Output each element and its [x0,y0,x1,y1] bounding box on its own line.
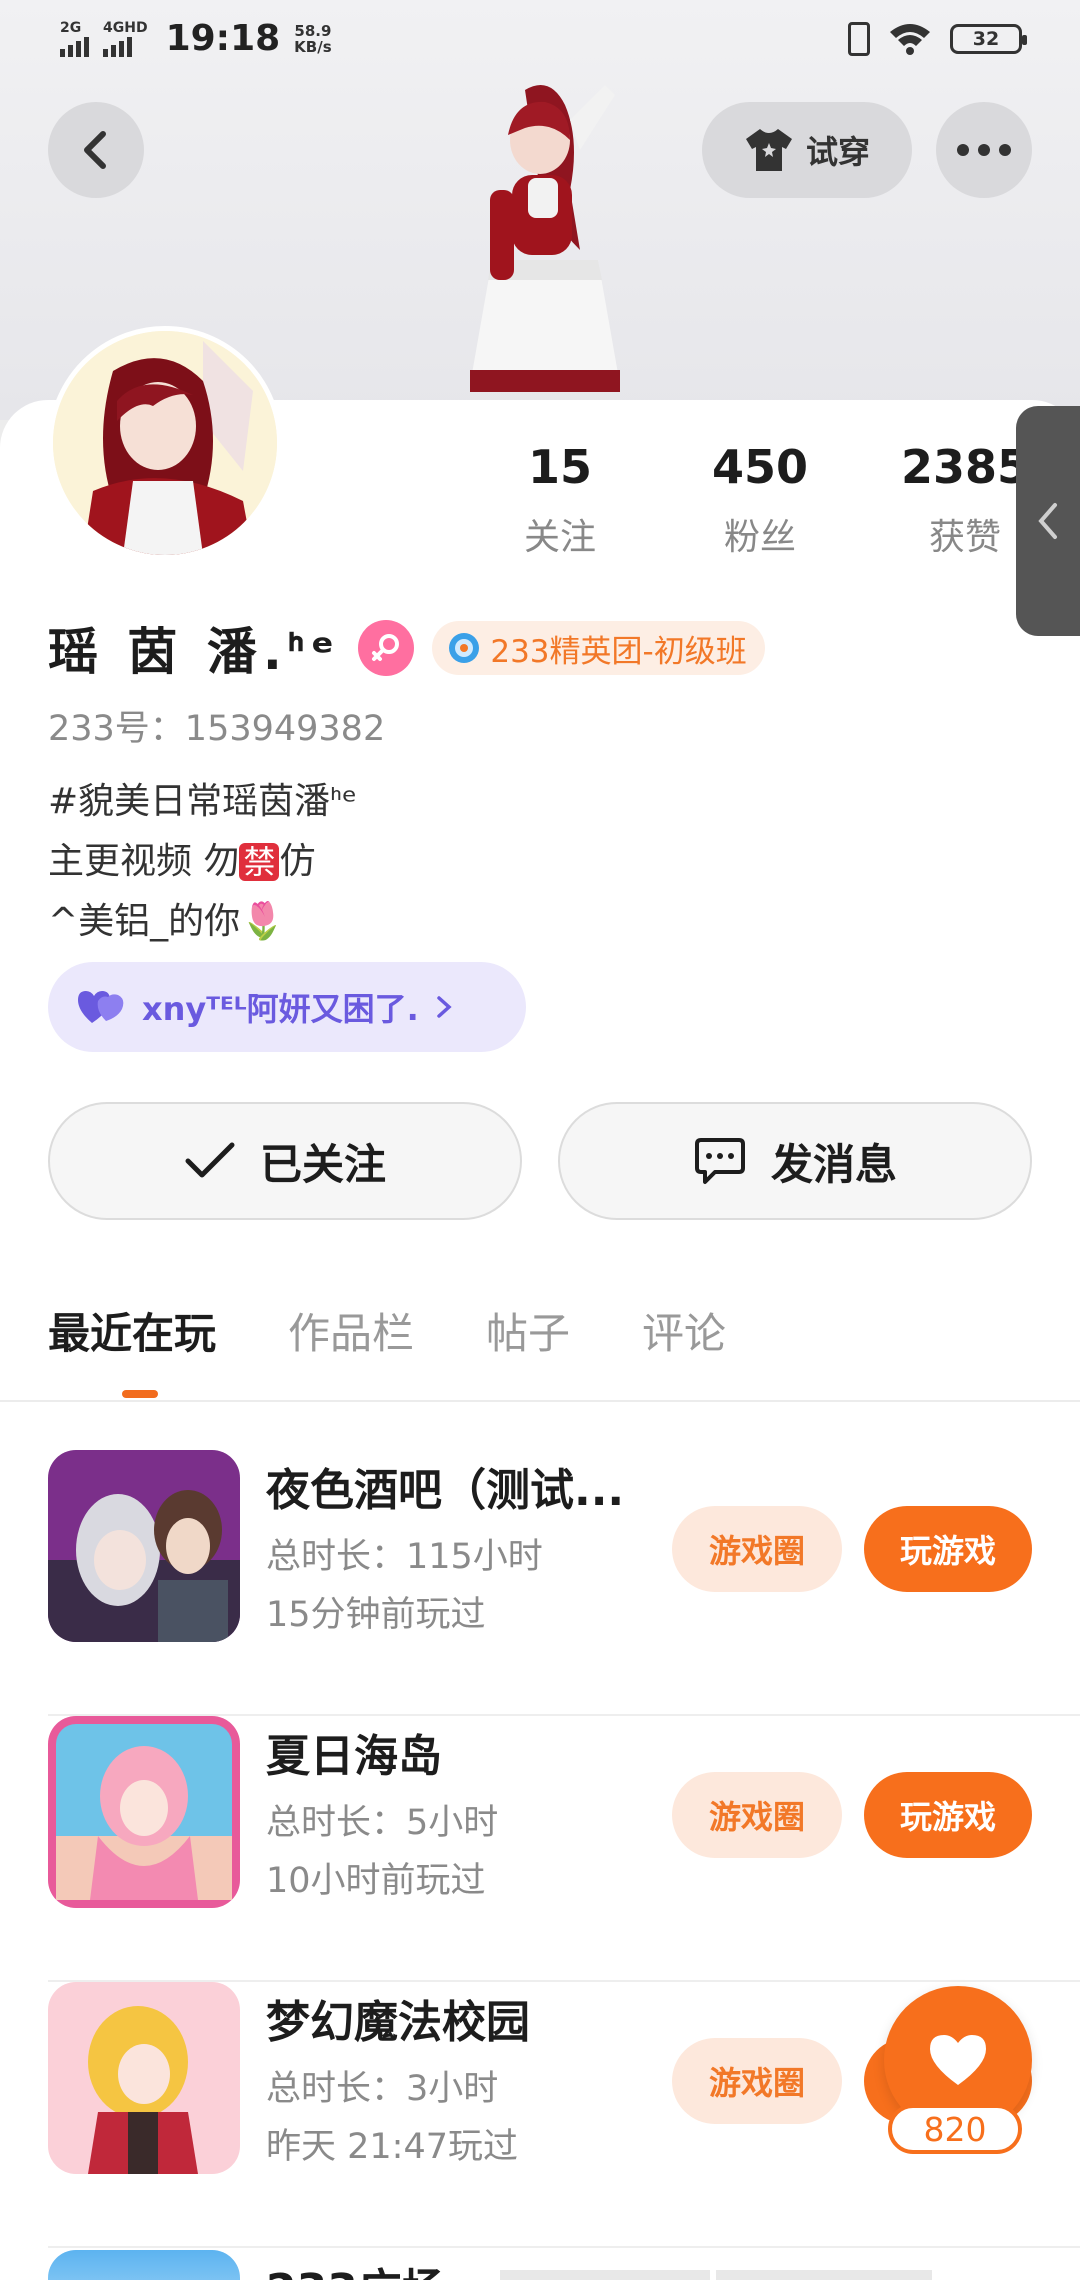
like-count: 820 [888,2104,1022,2154]
stat-following[interactable]: 15 关注 [500,440,620,560]
profile-tabs: 最近在玩 作品栏 帖子 评论 [48,1300,798,1398]
message-button[interactable]: 发消息 [558,1102,1032,1220]
placeholder-bar [500,2270,710,2280]
stat-fans[interactable]: 450 粉丝 [700,440,820,560]
tshirt-icon [745,129,792,171]
medal-icon [449,633,480,663]
divider [48,2246,1080,2248]
bio: #貌美日常瑶茵潘ᑋᵉ 主更视频 勿禁仿 ^美铝_的你🌷 [48,781,358,942]
list-item[interactable]: 夏日海岛 总时长：5小时 10小时前玩过 游戏圈 玩游戏 [48,1716,1080,1982]
avatar[interactable] [48,326,282,560]
avatar-image [53,331,277,555]
tab-comments[interactable]: 评论 [642,1300,726,1361]
tab-posts[interactable]: 帖子 [486,1300,570,1361]
placeholder-bar [716,2270,932,2280]
game-icon [48,1982,240,2174]
side-drawer-handle[interactable] [1016,406,1080,636]
vibrate-icon [848,22,870,56]
game-circle-button[interactable]: 游戏圈 [672,1506,842,1592]
female-icon [358,620,415,676]
chevron-left-icon [1038,503,1057,539]
game-circle-button[interactable]: 游戏圈 [672,2038,842,2124]
try-on-button[interactable]: 试穿 [702,102,912,198]
check-icon [185,1142,235,1178]
tab-recently-played[interactable]: 最近在玩 [48,1300,216,1398]
divider [0,1400,1080,1402]
game-title: 233广场 [266,2254,446,2280]
cp-relation-chip[interactable]: xnyᵀᴱᴸ阿妍又困了. [48,962,526,1052]
status-bar: 2G 4GHD 19:18 58.9 KB/s 32 [0,0,1080,80]
signal-2g: 2G [60,21,89,57]
game-circle-button[interactable]: 游戏圈 [672,1772,842,1858]
chat-icon [694,1138,745,1184]
heart-icon [930,2035,986,2085]
game-duration: 总时长：5小时 [266,1803,499,1843]
back-button[interactable] [48,102,144,198]
double-heart-icon [78,991,124,1023]
game-last-played: 15分钟前玩过 [266,1595,486,1635]
elite-badge[interactable]: 233精英团-初级班 [432,621,765,675]
wifi-icon [890,24,930,55]
game-icon [48,1450,240,1642]
avatar-3d-figure [470,85,620,392]
clock: 19:18 [165,18,281,59]
chevron-left-icon [84,131,106,169]
game-title: 夏日海岛 [266,1731,442,1782]
game-title: 梦幻魔法校园 [266,1997,530,2048]
more-dots-icon [957,144,1011,156]
game-duration: 总时长：115小时 [266,1537,543,1577]
play-game-button[interactable]: 玩游戏 [864,1772,1032,1858]
stat-likes[interactable]: 2385 获赞 [900,440,1030,560]
game-icon [48,1716,240,1908]
network-speed: 58.9 KB/s [294,21,332,56]
game-last-played: 10小时前玩过 [266,1861,486,1901]
play-game-button[interactable]: 玩游戏 [864,1506,1032,1592]
followed-button[interactable]: 已关注 [48,1102,522,1220]
more-button[interactable] [936,102,1032,198]
user-id: 233号：153949382 [48,709,386,749]
battery-icon: 32 [950,24,1027,54]
list-item[interactable]: 夜色酒吧（测试... 总时长：115小时 15分钟前玩过 游戏圈 玩游戏 [48,1450,1080,1716]
name-row: 瑶 茵 潘.ᑋᵉ 233精英团-初级班 [48,612,765,684]
game-last-played: 昨天 21:47玩过 [266,2127,518,2167]
game-title: 夜色酒吧（测试... [266,1465,625,1516]
game-icon [48,2250,240,2280]
user-name: 瑶 茵 潘.ᑋᵉ [48,623,341,681]
tab-works[interactable]: 作品栏 [288,1300,414,1361]
signal-4g: 4GHD [103,21,148,57]
game-duration: 总时长：3小时 [266,2069,499,2109]
chevron-right-icon [437,996,452,1018]
